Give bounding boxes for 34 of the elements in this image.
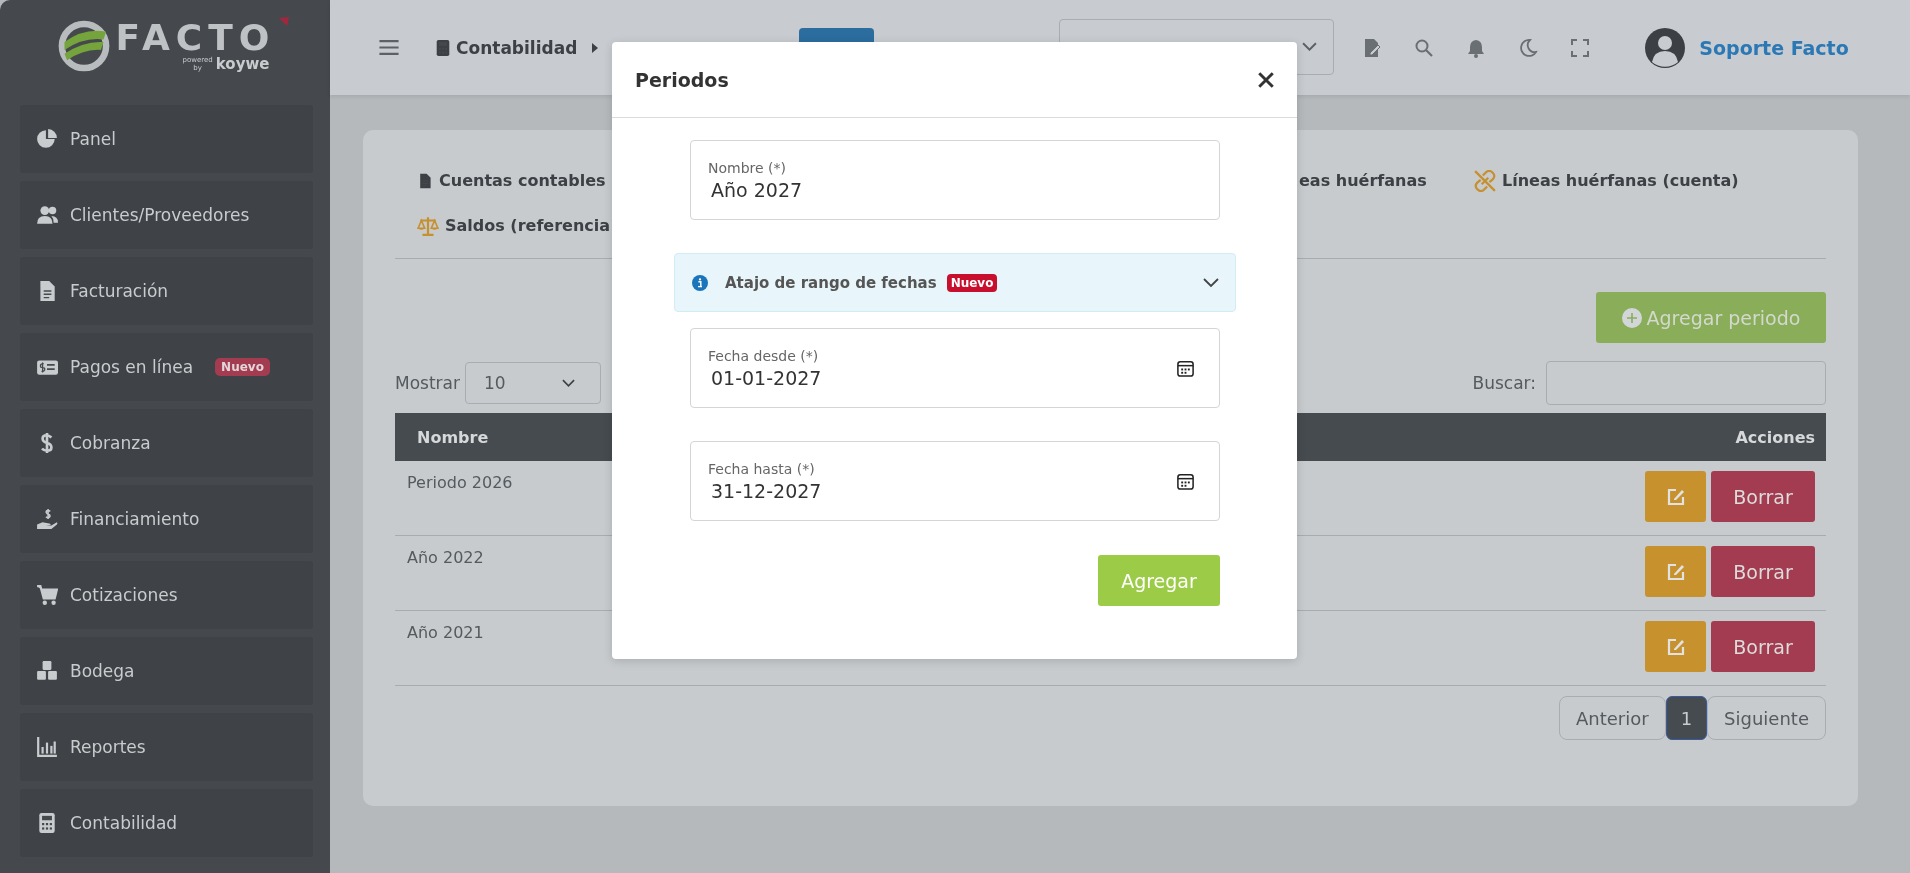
field-value: 31-12-2027 [710,479,822,502]
new-badge: Nuevo [215,358,270,376]
page-size-value: 10 [484,373,506,393]
sidebar-item-label: Facturación [70,281,169,301]
field-value: Año 2027 [710,178,803,201]
tab-label: Cuentas contables [439,171,606,190]
sidebar-item-label: Financiamiento [70,509,200,529]
sidebar-item-label: Contabilidad [70,813,178,833]
field-label: Nombre (*) [708,159,787,176]
sidebar-item-label: Pagos en línea [70,357,194,377]
panel-title: Atajo de rango de fechas [725,273,937,292]
partner-name: koywe [215,55,270,73]
field-value: 01-01-2027 [710,366,822,389]
new-badge: Nuevo [946,273,998,292]
sidebar-item-label: Bodega [70,661,135,681]
field-label: Fecha desde (*) [708,347,820,364]
search-label: Buscar: [1472,373,1536,393]
tab-label: eas huérfanas [1299,171,1427,190]
sidebar-item-label: Panel [70,129,116,149]
table-cell-text: Año 2021 [407,622,484,644]
table-cell-text: Año 2022 [407,547,484,569]
table-cell-text: Periodo 2026 [407,472,513,494]
tab-label: Líneas huérfanas (cuenta) [1502,171,1739,190]
sidebar-item-label: Clientes/Proveedores [70,205,250,225]
column-header: Acciones [1735,427,1815,447]
sidebar-item-label: Cobranza [70,433,151,453]
show-label: Mostrar [395,373,460,393]
brand-name: FACTO [115,19,276,57]
tab-label: Saldos (referencia [445,216,611,235]
sidebar-item-label: Reportes [70,737,146,757]
sidebar-item-label: Cotizaciones [70,585,178,605]
column-header: Nombre [417,427,489,447]
modal-title: Periodos [635,68,729,91]
field-label: Fecha hasta (*) [708,460,816,477]
